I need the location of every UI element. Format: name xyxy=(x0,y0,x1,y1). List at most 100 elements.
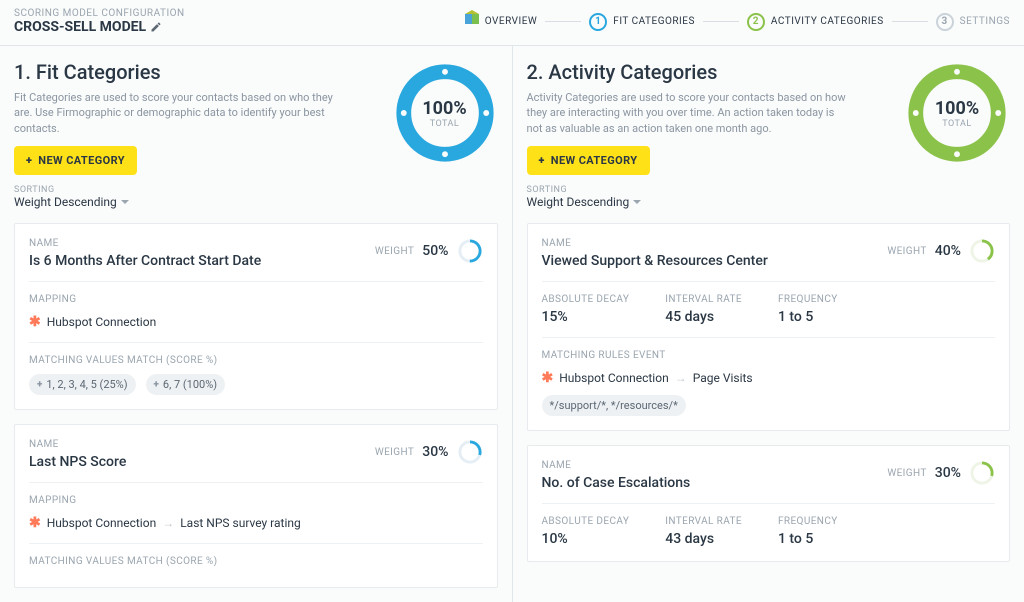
fit-card[interactable]: NAME Last NPS Score WEIGHT 30% MAPPING ✱… xyxy=(14,424,498,588)
fit-donut-total: TOTAL xyxy=(430,119,460,129)
fit-desc: Fit Categories are used to score your co… xyxy=(14,90,334,136)
category-name: No. of Case Escalations xyxy=(542,475,691,491)
hubspot-icon: ✱ xyxy=(29,515,41,531)
step-settings-label: SETTINGS xyxy=(960,16,1010,27)
weight-label: WEIGHT xyxy=(375,246,414,257)
activity-sorting-dropdown[interactable]: Weight Descending xyxy=(527,195,847,209)
match-chip[interactable]: +6, 7 (100%) xyxy=(146,374,226,395)
metrics-row: ABSOLUTE DECAY10% INTERVAL RATE43 days F… xyxy=(542,516,996,547)
weight-value: 30% xyxy=(422,444,448,460)
mapping-connection: ✱ Hubspot Connection → Last NPS survey r… xyxy=(29,515,301,531)
caret-down-icon xyxy=(121,200,129,204)
caret-down-icon xyxy=(633,200,641,204)
activity-card[interactable]: NAME Viewed Support & Resources Center W… xyxy=(527,223,1011,431)
weight-value: 50% xyxy=(422,243,448,259)
connection-name: Hubspot Connection xyxy=(47,315,156,329)
activity-new-category-button[interactable]: + NEW CATEGORY xyxy=(527,146,650,175)
fit-donut-pct: 100% xyxy=(422,98,466,119)
hubspot-icon: ✱ xyxy=(542,370,554,386)
decay-label: ABSOLUTE DECAY xyxy=(542,294,630,305)
interval-value: 43 days xyxy=(665,531,742,547)
fit-card[interactable]: NAME Is 6 Months After Contract Start Da… xyxy=(14,223,498,410)
weight-ring-icon xyxy=(457,238,483,264)
fit-column: 1. Fit Categories Fit Categories are use… xyxy=(0,46,512,602)
step-separator xyxy=(703,21,739,22)
weight-label: WEIGHT xyxy=(887,468,926,479)
frequency-label: FREQUENCY xyxy=(778,516,838,527)
activity-title: 2. Activity Categories xyxy=(527,60,847,84)
interval-value: 45 days xyxy=(665,309,742,325)
step-activity[interactable]: 2 ACTIVITY CATEGORIES xyxy=(747,13,884,31)
top-left: SCORING MODEL CONFIGURATION CROSS-SELL M… xyxy=(14,8,185,35)
frequency-value: 1 to 5 xyxy=(778,531,838,547)
fit-new-label: NEW CATEGORY xyxy=(38,154,125,167)
fit-sorting-dropdown[interactable]: Weight Descending xyxy=(14,195,334,209)
frequency-value: 1 to 5 xyxy=(778,309,838,325)
fit-header: 1. Fit Categories Fit Categories are use… xyxy=(14,60,498,209)
weight-value: 30% xyxy=(935,465,961,481)
step-fit-label: FIT CATEGORIES xyxy=(613,16,695,27)
connection-name: Hubspot Connection xyxy=(47,516,156,530)
activity-sorting-value: Weight Descending xyxy=(527,195,630,209)
plus-icon: + xyxy=(539,154,545,167)
plus-icon: + xyxy=(154,379,159,390)
step-fit[interactable]: 1 FIT CATEGORIES xyxy=(589,13,695,31)
name-label: NAME xyxy=(29,238,261,249)
config-eyebrow: SCORING MODEL CONFIGURATION xyxy=(14,8,185,19)
rules-chip[interactable]: */support/*, */resources/* xyxy=(542,395,686,416)
connection-name: Hubspot Connection xyxy=(559,371,668,385)
fit-title: 1. Fit Categories xyxy=(14,60,334,84)
step-fit-number: 1 xyxy=(589,13,607,31)
fit-header-text: 1. Fit Categories Fit Categories are use… xyxy=(14,60,334,209)
name-label: NAME xyxy=(542,460,691,471)
matches-label: MATCHING VALUES MATCH (SCORE %) xyxy=(29,556,483,567)
fit-sorting: SORTING Weight Descending xyxy=(14,185,334,209)
step-settings[interactable]: 3 SETTINGS xyxy=(936,13,1010,31)
cube-icon xyxy=(465,14,479,28)
step-activity-number: 2 xyxy=(747,13,765,31)
activity-card[interactable]: NAME No. of Case Escalations WEIGHT 30% … xyxy=(527,445,1011,562)
interval-label: INTERVAL RATE xyxy=(665,516,742,527)
stepper: OVERVIEW 1 FIT CATEGORIES 2 ACTIVITY CAT… xyxy=(465,13,1010,31)
weight-ring-icon xyxy=(969,238,995,264)
weight-ring-icon xyxy=(457,439,483,465)
arrow-right-icon: → xyxy=(675,371,687,385)
fit-sorting-value: Weight Descending xyxy=(14,195,117,209)
rules-label: MATCHING RULES EVENT xyxy=(542,350,996,361)
weight-ring-icon xyxy=(969,460,995,486)
category-name: Is 6 Months After Contract Start Date xyxy=(29,253,261,269)
hubspot-icon: ✱ xyxy=(29,314,41,330)
decay-value: 10% xyxy=(542,531,630,547)
model-name[interactable]: CROSS-SELL MODEL xyxy=(14,19,185,35)
activity-donut: 100% TOTAL xyxy=(904,60,1010,166)
step-overview[interactable]: OVERVIEW xyxy=(465,15,538,29)
arrow-right-icon: → xyxy=(162,516,174,530)
mapping-connection: ✱ Hubspot Connection xyxy=(29,314,156,330)
edit-icon[interactable] xyxy=(150,21,162,33)
weight-value: 40% xyxy=(935,243,961,259)
activity-sorting-label: SORTING xyxy=(527,185,847,195)
mapping-label: MAPPING xyxy=(29,294,483,305)
activity-header-text: 2. Activity Categories Activity Categori… xyxy=(527,60,847,209)
activity-column: 2. Activity Categories Activity Categori… xyxy=(512,46,1024,602)
step-separator xyxy=(892,21,928,22)
fit-donut: 100% TOTAL xyxy=(392,60,498,166)
step-overview-label: OVERVIEW xyxy=(485,16,538,27)
fit-sorting-label: SORTING xyxy=(14,185,334,195)
matches-label: MATCHING VALUES MATCH (SCORE %) xyxy=(29,355,483,366)
weight-label: WEIGHT xyxy=(887,246,926,257)
activity-donut-pct: 100% xyxy=(935,98,979,119)
step-activity-label: ACTIVITY CATEGORIES xyxy=(771,16,884,27)
plus-icon: + xyxy=(37,379,42,390)
activity-header: 2. Activity Categories Activity Categori… xyxy=(527,60,1011,209)
fit-new-category-button[interactable]: + NEW CATEGORY xyxy=(14,146,137,175)
category-name: Viewed Support & Resources Center xyxy=(542,253,768,269)
mapping-target: Last NPS survey rating xyxy=(180,516,301,530)
activity-donut-total: TOTAL xyxy=(942,119,972,129)
model-name-text: CROSS-SELL MODEL xyxy=(14,19,146,35)
step-settings-number: 3 xyxy=(936,13,954,31)
step-separator xyxy=(545,21,581,22)
decay-value: 15% xyxy=(542,309,630,325)
interval-label: INTERVAL RATE xyxy=(665,294,742,305)
match-chip[interactable]: +1, 2, 3, 4, 5 (25%) xyxy=(29,374,136,395)
